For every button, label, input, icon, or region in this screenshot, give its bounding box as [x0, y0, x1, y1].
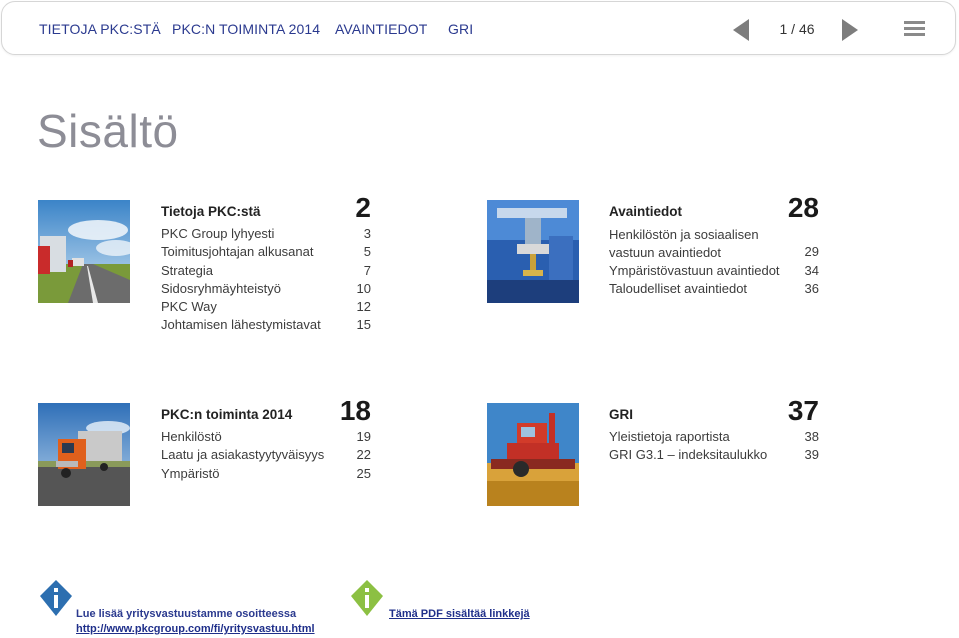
next-page-icon[interactable] [842, 19, 858, 41]
thumbnail-trucks-road[interactable] [38, 200, 130, 303]
toc-row[interactable]: Taloudelliset avaintiedot 36 [609, 281, 819, 299]
section-page-number: 18 [339, 395, 371, 426]
toc-label: Strategia [161, 262, 214, 278]
toc-label: Ympäristö [161, 465, 220, 481]
toc-row[interactable]: Toimitusjohtajan alkusanat 5 [161, 244, 371, 262]
menu-icon[interactable] [904, 21, 925, 37]
nav-gri[interactable]: GRI [448, 2, 473, 56]
toc-label: Toimitusjohtajan alkusanat [161, 244, 314, 260]
toc-row[interactable]: Henkilöstö 19 [161, 429, 371, 447]
toc-label: GRI G3.1 – indeksitaulukko [609, 447, 768, 463]
section-page-number: 2 [355, 192, 371, 223]
info-link[interactable]: http://www.pkcgroup.com/fi/yritysvastuu.… [76, 623, 315, 635]
page-indicator: 1 / 46 [779, 21, 815, 37]
section-pkc-toiminta: PKC:n toiminta 2014 18 Henkilöstö 19 Laat… [161, 395, 371, 484]
toc-row[interactable]: Laatu ja asiakastyytyväisyys 22 [161, 447, 371, 465]
pdf-links-note: Tämä PDF sisältää linkkejä [389, 608, 530, 620]
toc-page: 25 [356, 465, 371, 481]
toc-label: Yleistietoja raportista [609, 429, 730, 444]
toc-row[interactable]: Yleistietoja raportista 38 [609, 429, 819, 447]
toc-row[interactable]: PKC Group lyhyesti 3 [161, 226, 371, 244]
nav-avaintiedot[interactable]: AVAINTIEDOT [335, 2, 427, 56]
toc-page: 34 [804, 262, 819, 278]
thumbnail-orange-truck[interactable] [38, 403, 130, 506]
toc-page: 29 [804, 244, 819, 260]
toc-row[interactable]: Ympäristövastuun avaintiedot 34 [609, 263, 819, 281]
toc-page: 22 [356, 447, 371, 463]
previous-page-icon[interactable] [733, 19, 749, 41]
toc-label: Laatu ja asiakastyytyväisyys [161, 447, 325, 463]
toc-row[interactable]: GRI G3.1 – indeksitaulukko 39 [609, 447, 819, 465]
top-navigation-bar: TIETOJA PKC:STÄ PKC:N TOIMINTA 2014 AVAI… [1, 1, 956, 55]
section-title[interactable]: Tietoja PKC:stä [161, 204, 261, 219]
toc-page: 19 [356, 429, 371, 444]
toc-page: 36 [804, 280, 819, 296]
section-tietoja-pkc: Tietoja PKC:stä 2 PKC Group lyhyesti 3 To… [161, 192, 371, 336]
toc-row[interactable]: Johtamisen lähestymistavat 15 [161, 317, 371, 335]
toc-label: Johtamisen lähestymistavat [161, 317, 321, 333]
section-title[interactable]: Avaintiedot [609, 204, 682, 219]
nav-tietoja-pkc[interactable]: TIETOJA PKC:STÄ [39, 2, 161, 56]
section-avaintiedot: Avaintiedot 28 Henkilöstön ja sosiaalise… [609, 192, 819, 299]
section-title[interactable]: GRI [609, 407, 633, 422]
toc-label: Taloudelliset avaintiedot [609, 280, 748, 296]
toc-page: 3 [363, 226, 371, 241]
toc-page: 10 [356, 280, 371, 296]
toc-page: 39 [804, 447, 819, 463]
thumbnail-machinery[interactable] [487, 200, 579, 303]
section-title[interactable]: PKC:n toiminta 2014 [161, 407, 292, 422]
page-title: Sisältö [37, 105, 179, 157]
section-page-number: 37 [787, 395, 819, 426]
toc-page: 5 [363, 244, 371, 260]
toc-row[interactable]: Henkilöstön ja sosiaalisen vastuun avain… [609, 226, 819, 263]
toc-label: PKC Way [161, 299, 217, 315]
toc-label: Ympäristövastuun avaintiedot [609, 262, 780, 278]
toc-page: 15 [356, 317, 371, 333]
nav-pkc-toiminta[interactable]: PKC:N TOIMINTA 2014 [172, 2, 320, 56]
toc-label: Sidosryhmäyhteistyö [161, 280, 281, 296]
toc-row[interactable]: Ympäristö 25 [161, 466, 371, 484]
thumbnail-harvester[interactable] [487, 403, 579, 506]
toc-row[interactable]: PKC Way 12 [161, 299, 371, 317]
toc-label: PKC Group lyhyesti [161, 226, 275, 241]
info-icon-blue [38, 578, 74, 618]
toc-page: 7 [363, 262, 371, 278]
section-gri: GRI 37 Yleistietoja raportista 38 GRI G3.… [609, 395, 819, 466]
info-text: Lue lisää yritysvastuustamme osoitteessa [76, 608, 297, 620]
toc-row[interactable]: Sidosryhmäyhteistyö 10 [161, 281, 371, 299]
toc-label: Henkilöstön ja sosiaalisen vastuun avain… [609, 227, 759, 261]
toc-page: 12 [356, 299, 371, 315]
section-page-number: 28 [787, 192, 819, 223]
toc-row[interactable]: Strategia 7 [161, 263, 371, 281]
info-icon-green [349, 578, 385, 618]
toc-label: Henkilöstö [161, 429, 222, 444]
toc-page: 38 [804, 429, 819, 444]
